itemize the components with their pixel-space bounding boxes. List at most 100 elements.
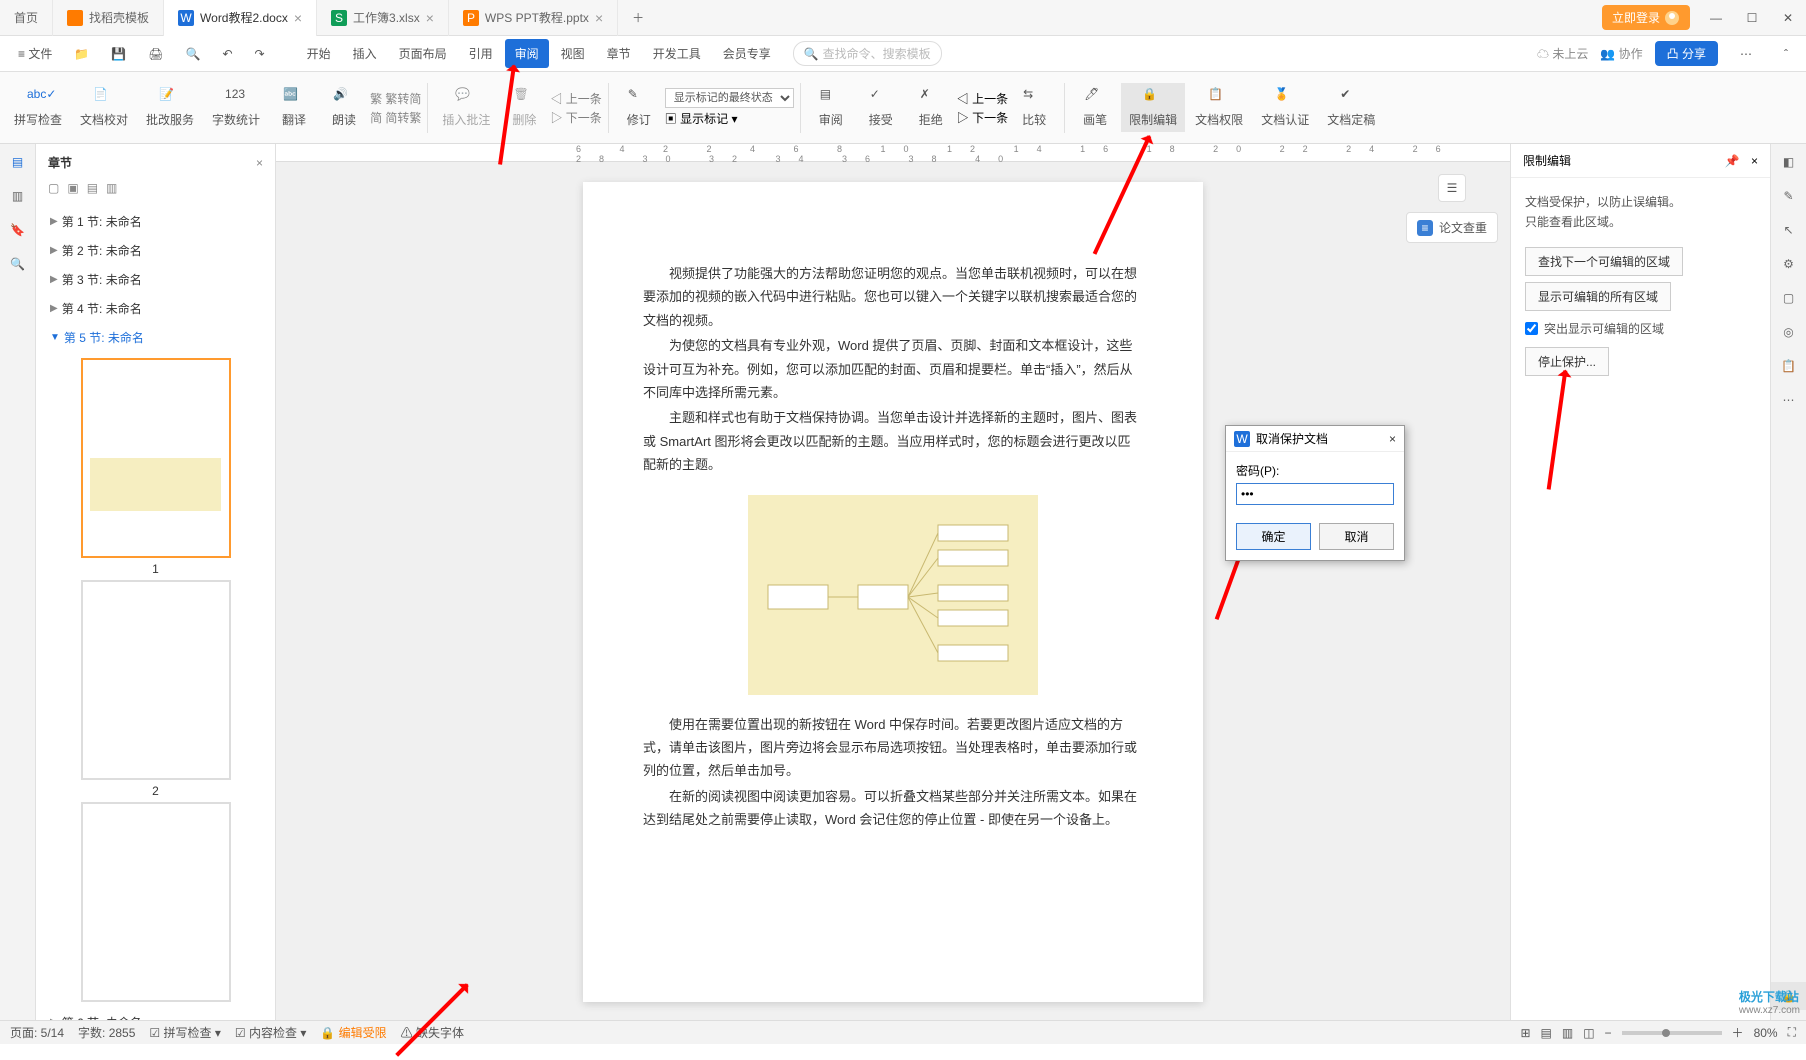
nav-thumbnails[interactable]: ▥ <box>8 186 28 206</box>
pin-icon[interactable]: 📌 <box>1725 154 1740 168</box>
reject-button[interactable]: ✗拒绝 <box>907 83 955 132</box>
tool-clipboard[interactable]: 📋 <box>1779 356 1799 376</box>
minimize-button[interactable]: — <box>1698 11 1734 25</box>
show-markup[interactable]: ▣ 显示标记 ▾ <box>665 110 794 127</box>
document-page[interactable]: 视频提供了功能强大的方法帮助您证明您的观点。当您单击联机视频时，可以在想要添加的… <box>583 182 1203 1002</box>
track-changes[interactable]: ✎修订 <box>615 83 663 132</box>
nav-view-1[interactable]: ▢ <box>48 181 59 195</box>
nav-view-2[interactable]: ▣ <box>67 181 78 195</box>
maximize-button[interactable]: ☐ <box>1734 11 1770 25</box>
menu-ref[interactable]: 引用 <box>459 39 503 68</box>
doc-auth[interactable]: 🏅文档认证 <box>1253 83 1317 132</box>
nav-pane-toggle[interactable]: ▤ <box>8 152 28 172</box>
fullscreen-button[interactable]: ⛶ <box>1788 1025 1796 1040</box>
spellcheck-button[interactable]: abc✓拼写检查 <box>6 83 70 132</box>
wordcount-button[interactable]: 123字数统计 <box>204 83 268 132</box>
tool-select[interactable]: ↖ <box>1779 220 1799 240</box>
nav-bookmark[interactable]: 🔖 <box>8 220 28 240</box>
qat-open[interactable]: 📁 <box>64 41 99 67</box>
qat-undo[interactable]: ↶ <box>212 41 242 67</box>
accept-button[interactable]: ✓接受 <box>857 83 905 132</box>
status-page[interactable]: 页面: 5/14 <box>10 1024 64 1041</box>
close-icon[interactable]: × <box>294 10 302 26</box>
next-comment[interactable]: ▷ 下一条 <box>550 109 601 126</box>
tool-pen[interactable]: ✎ <box>1779 186 1799 206</box>
translate-button[interactable]: 🔤翻译 <box>270 83 318 132</box>
chapter-item[interactable]: ▶第 1 节: 未命名 <box>46 207 265 236</box>
proof-button[interactable]: 📄文档校对 <box>72 83 136 132</box>
password-input[interactable] <box>1236 483 1394 505</box>
close-window-button[interactable]: ✕ <box>1770 11 1806 25</box>
approve-button[interactable]: 📝批改服务 <box>138 83 202 132</box>
menu-dev[interactable]: 开发工具 <box>643 39 711 68</box>
qat-redo[interactable]: ↷ <box>245 41 275 67</box>
menu-insert[interactable]: 插入 <box>343 39 387 68</box>
close-taskpane-icon[interactable]: × <box>1751 154 1758 168</box>
side-toggle[interactable]: ☰ <box>1438 174 1466 202</box>
tool-more[interactable]: ⋯ <box>1779 390 1799 410</box>
view-mode-read[interactable]: ◫ <box>1583 1026 1594 1040</box>
prev-change[interactable]: ◁ 上一条 <box>957 90 1008 107</box>
trad-to-simp[interactable]: 繁 繁转简 <box>370 90 421 107</box>
simp-to-trad[interactable]: 简 简转繁 <box>370 109 421 126</box>
highlight-regions-checkbox[interactable]: 突出显示可编辑的区域 <box>1525 319 1756 339</box>
tab-ppt[interactable]: P WPS PPT教程.pptx × <box>449 0 618 36</box>
next-change[interactable]: ▷ 下一条 <box>957 109 1008 126</box>
view-mode-outline[interactable]: ▤ <box>1541 1026 1552 1040</box>
restrict-editing-button[interactable]: 🔒限制编辑 <box>1121 83 1185 132</box>
chapter-item[interactable]: ▶第 4 节: 未命名 <box>46 294 265 323</box>
tool-settings[interactable]: ⚙ <box>1779 254 1799 274</box>
tool-target[interactable]: ◎ <box>1779 322 1799 342</box>
menu-chapter[interactable]: 章节 <box>597 39 641 68</box>
prev-comment[interactable]: ◁ 上一条 <box>550 90 601 107</box>
qat-save[interactable]: 💾 <box>101 41 136 67</box>
status-contentcheck[interactable]: ☑ 内容检查 ▾ <box>235 1024 306 1041</box>
delete-comment[interactable]: 🗑删除 <box>500 83 548 132</box>
compare-button[interactable]: ⇆比较 <box>1010 83 1058 132</box>
review-pane[interactable]: ▤审阅 <box>807 83 855 132</box>
nav-view-3[interactable]: ▤ <box>87 181 98 195</box>
dialog-close-icon[interactable]: × <box>1389 432 1396 446</box>
ink-button[interactable]: 🖊画笔 <box>1071 83 1119 132</box>
doc-permissions[interactable]: 📋文档权限 <box>1187 83 1251 132</box>
page-thumbnail[interactable] <box>81 802 231 1002</box>
close-icon[interactable]: × <box>426 10 434 26</box>
cancel-button[interactable]: 取消 <box>1319 523 1394 550</box>
chapter-item-active[interactable]: ▼第 5 节: 未命名 <box>46 323 265 352</box>
menu-review[interactable]: 审阅 <box>505 39 549 68</box>
view-mode-page[interactable]: ▥ <box>1562 1026 1573 1040</box>
close-icon[interactable]: × <box>595 10 603 26</box>
status-missing-fonts[interactable]: ⚠ 缺失字体 <box>401 1024 464 1041</box>
chapter-item[interactable]: ▶第 6 节: 未命名 <box>46 1008 265 1020</box>
page-thumbnail[interactable] <box>81 580 231 780</box>
view-mode-web[interactable]: ⊞ <box>1520 1026 1530 1040</box>
share-button[interactable]: 凸 分享 <box>1655 41 1718 66</box>
finalize-doc[interactable]: ✔文档定稿 <box>1319 83 1383 132</box>
status-restricted[interactable]: 🔒 编辑受限 <box>320 1024 386 1041</box>
read-aloud-button[interactable]: 🔊朗读 <box>320 83 368 132</box>
chapter-item[interactable]: ▶第 2 节: 未命名 <box>46 236 265 265</box>
insert-comment[interactable]: 💬插入批注 <box>434 83 498 132</box>
app-menu-button[interactable]: ≡ 文件 <box>8 39 62 68</box>
chapter-item[interactable]: ▶第 3 节: 未命名 <box>46 265 265 294</box>
status-wordcount[interactable]: 字数: 2855 <box>78 1024 135 1041</box>
collab-button[interactable]: 👥 协作 <box>1600 45 1642 62</box>
cloud-status[interactable]: ☁ 未上云 <box>1537 45 1588 62</box>
nav-view-4[interactable]: ▥ <box>106 181 117 195</box>
zoom-in[interactable]: ＋ <box>1732 1024 1744 1041</box>
show-all-regions-button[interactable]: 显示可编辑的所有区域 <box>1525 282 1671 311</box>
menu-view[interactable]: 视图 <box>551 39 595 68</box>
status-spellcheck[interactable]: ☑ 拼写检查 ▾ <box>149 1024 220 1041</box>
page-thumbnail[interactable] <box>81 358 231 558</box>
command-search[interactable]: 🔍 查找命令、搜索模板 <box>793 41 942 66</box>
tab-templates[interactable]: 找稻壳模板 <box>53 0 164 36</box>
qat-preview[interactable]: 🔍 <box>176 41 211 67</box>
tab-excel[interactable]: S 工作簿3.xlsx × <box>317 0 449 36</box>
login-button[interactable]: 立即登录 <box>1602 5 1690 30</box>
ok-button[interactable]: 确定 <box>1236 523 1311 550</box>
track-display-dropdown[interactable]: 显示标记的最终状态 <box>665 88 794 108</box>
close-panel-icon[interactable]: × <box>256 156 263 170</box>
zoom-level[interactable]: 80% <box>1754 1026 1778 1040</box>
nav-search[interactable]: 🔍 <box>8 254 28 274</box>
menu-layout[interactable]: 页面布局 <box>389 39 457 68</box>
